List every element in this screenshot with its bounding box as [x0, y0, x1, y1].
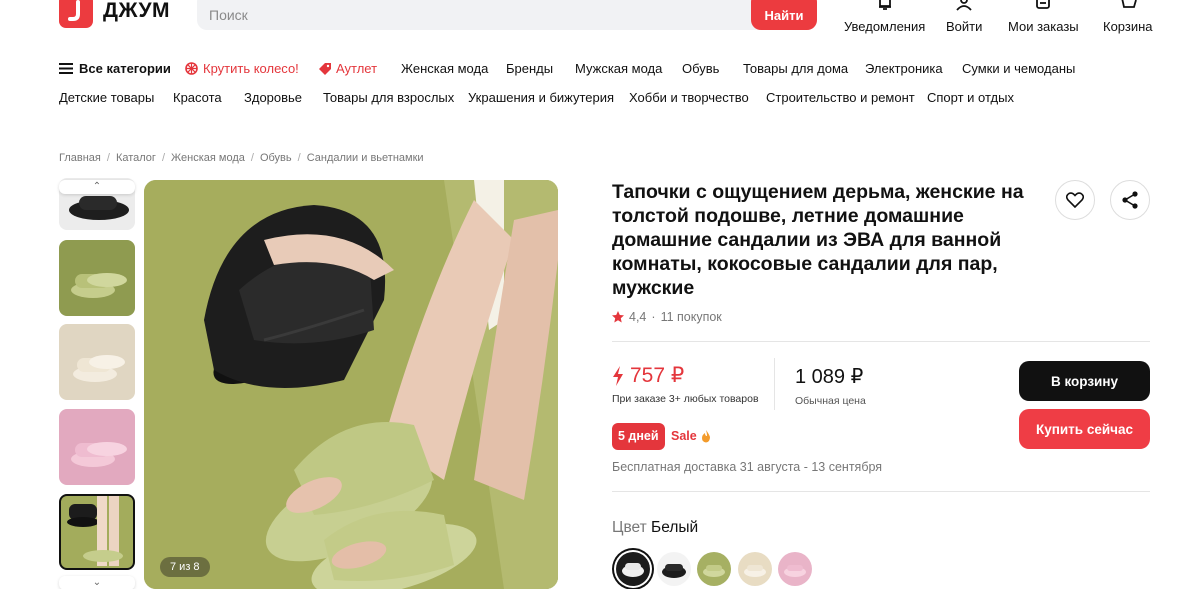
color-value: Белый — [651, 519, 699, 536]
category-link[interactable]: Товары для дома — [743, 61, 848, 76]
thumbnail[interactable] — [59, 409, 135, 485]
category-link[interactable]: Товары для взрослых — [323, 90, 454, 105]
delivery-info: Бесплатная доставка 31 августа - 13 сент… — [612, 460, 883, 474]
sale-price-note: При заказе 3+ любых товаров — [612, 393, 759, 405]
logo-text: ДЖУМ — [103, 0, 171, 22]
share-button[interactable] — [1110, 180, 1150, 220]
cart-button[interactable]: Корзина — [1103, 0, 1153, 34]
chevron-up-icon: ⌃ — [92, 181, 102, 192]
category-link[interactable]: Сумки и чемоданы — [962, 61, 1075, 76]
color-swatch-green[interactable] — [697, 552, 731, 586]
header: ДЖУМ Найти Уведомления Войти Мои заказы … — [0, 0, 1200, 40]
category-link[interactable]: Красота — [173, 90, 222, 105]
chevron-down-icon: ⌄ — [92, 577, 102, 588]
breadcrumb-item[interactable]: Главная — [59, 152, 101, 164]
lightning-icon — [613, 365, 623, 386]
sale-label-text: Sale — [671, 429, 697, 443]
breadcrumb-item[interactable]: Женская мода — [171, 152, 245, 164]
category-link[interactable]: Бренды — [506, 61, 553, 76]
my-orders-label: Мои заказы — [1008, 19, 1079, 34]
sale-price: 757 ₽ — [612, 363, 684, 388]
notifications-button[interactable]: Уведомления — [844, 0, 925, 34]
category-link[interactable]: Спорт и отдых — [927, 90, 1014, 105]
cart-icon — [1121, 0, 1137, 8]
thumbnail-scroll-up-button[interactable]: ⌃ — [59, 180, 135, 194]
rating-row[interactable]: 4,4 · 11 покупок — [612, 310, 722, 324]
wheel-icon — [185, 62, 198, 75]
color-swatch-pink[interactable] — [778, 552, 812, 586]
category-link[interactable]: Здоровье — [244, 90, 302, 105]
logo-mark-icon — [59, 0, 93, 28]
login-label: Войти — [946, 19, 983, 34]
bell-icon — [878, 0, 891, 10]
search-button[interactable]: Найти — [751, 0, 817, 30]
tag-icon — [319, 62, 331, 75]
outlet-link[interactable]: Аутлет — [319, 61, 377, 76]
category-link[interactable]: Строительство и ремонт — [766, 90, 915, 105]
color-key: Цвет — [612, 519, 647, 536]
thumbnail-active[interactable] — [59, 494, 135, 570]
thumbnail[interactable] — [59, 324, 135, 400]
image-counter: 7 из 8 — [160, 557, 210, 577]
breadcrumb: Главная / Каталог / Женская мода / Обувь / С… — [59, 152, 424, 164]
search-bar: Найти — [197, 0, 817, 30]
product-photo — [144, 180, 558, 589]
menu-icon — [59, 63, 73, 74]
category-link[interactable]: Электроника — [865, 61, 943, 76]
spin-wheel-label: Крутить колесо! — [203, 61, 299, 76]
breadcrumb-separator: / — [106, 152, 110, 164]
divider — [612, 491, 1150, 492]
divider — [612, 341, 1150, 342]
heart-icon — [1066, 192, 1084, 208]
color-swatch-beige[interactable] — [738, 552, 772, 586]
orders-icon — [1036, 0, 1051, 9]
breadcrumb-item[interactable]: Сандалии и вьетнамки — [307, 152, 424, 164]
search-input[interactable] — [197, 0, 752, 30]
product-main-image[interactable]: 7 из 8 — [144, 180, 558, 589]
notifications-label: Уведомления — [844, 19, 926, 34]
price-divider — [774, 358, 775, 410]
outlet-label: Аутлет — [336, 61, 378, 76]
sale-price-value: 757 ₽ — [630, 364, 685, 387]
category-link[interactable]: Украшения и бижутерия — [468, 90, 614, 105]
color-swatch-black[interactable] — [657, 552, 691, 586]
category-link[interactable]: Хобби и творчество — [629, 90, 749, 105]
fire-icon — [701, 429, 710, 442]
breadcrumb-separator: / — [161, 152, 165, 164]
rating-separator: · — [651, 310, 656, 324]
breadcrumb-separator: / — [297, 152, 301, 164]
category-link[interactable]: Детские товары — [59, 90, 154, 105]
regular-price: 1 089 ₽ — [795, 366, 864, 388]
share-icon — [1122, 191, 1138, 209]
rating-value: 4,4 — [629, 310, 647, 324]
product-title: Тапочки с ощущением дерьма, женские на т… — [612, 181, 1024, 299]
regular-price-note: Обычная цена — [795, 395, 866, 407]
color-swatch-white[interactable] — [616, 552, 650, 586]
logo[interactable]: ДЖУМ — [59, 0, 170, 28]
favorite-button[interactable] — [1055, 180, 1095, 220]
cart-label: Корзина — [1103, 19, 1153, 34]
star-icon — [612, 311, 624, 323]
login-button[interactable]: Войти — [946, 0, 982, 34]
all-categories-label: Все категории — [79, 61, 171, 76]
category-link[interactable]: Женская мода — [401, 61, 488, 76]
all-categories-button[interactable]: Все категории — [59, 61, 171, 76]
color-label: Цвет Белый — [612, 519, 698, 537]
category-link[interactable]: Обувь — [682, 61, 719, 76]
breadcrumb-item[interactable]: Обувь — [260, 152, 292, 164]
days-badge: 5 дней — [612, 423, 665, 450]
breadcrumb-separator: / — [250, 152, 254, 164]
spin-wheel-link[interactable]: Крутить колесо! — [185, 61, 299, 76]
thumbnail[interactable] — [59, 240, 135, 316]
category-link[interactable]: Мужская мода — [575, 61, 662, 76]
my-orders-button[interactable]: Мои заказы — [1008, 0, 1079, 34]
purchase-count: 11 покупок — [660, 310, 722, 324]
thumbnail-scroll-down-button[interactable]: ⌄ — [59, 576, 135, 589]
buy-now-button[interactable]: Купить сейчас — [1019, 409, 1150, 449]
breadcrumb-item[interactable]: Каталог — [116, 152, 156, 164]
sale-label: Sale — [671, 429, 711, 443]
user-icon — [956, 0, 972, 11]
add-to-cart-button[interactable]: В корзину — [1019, 361, 1150, 401]
